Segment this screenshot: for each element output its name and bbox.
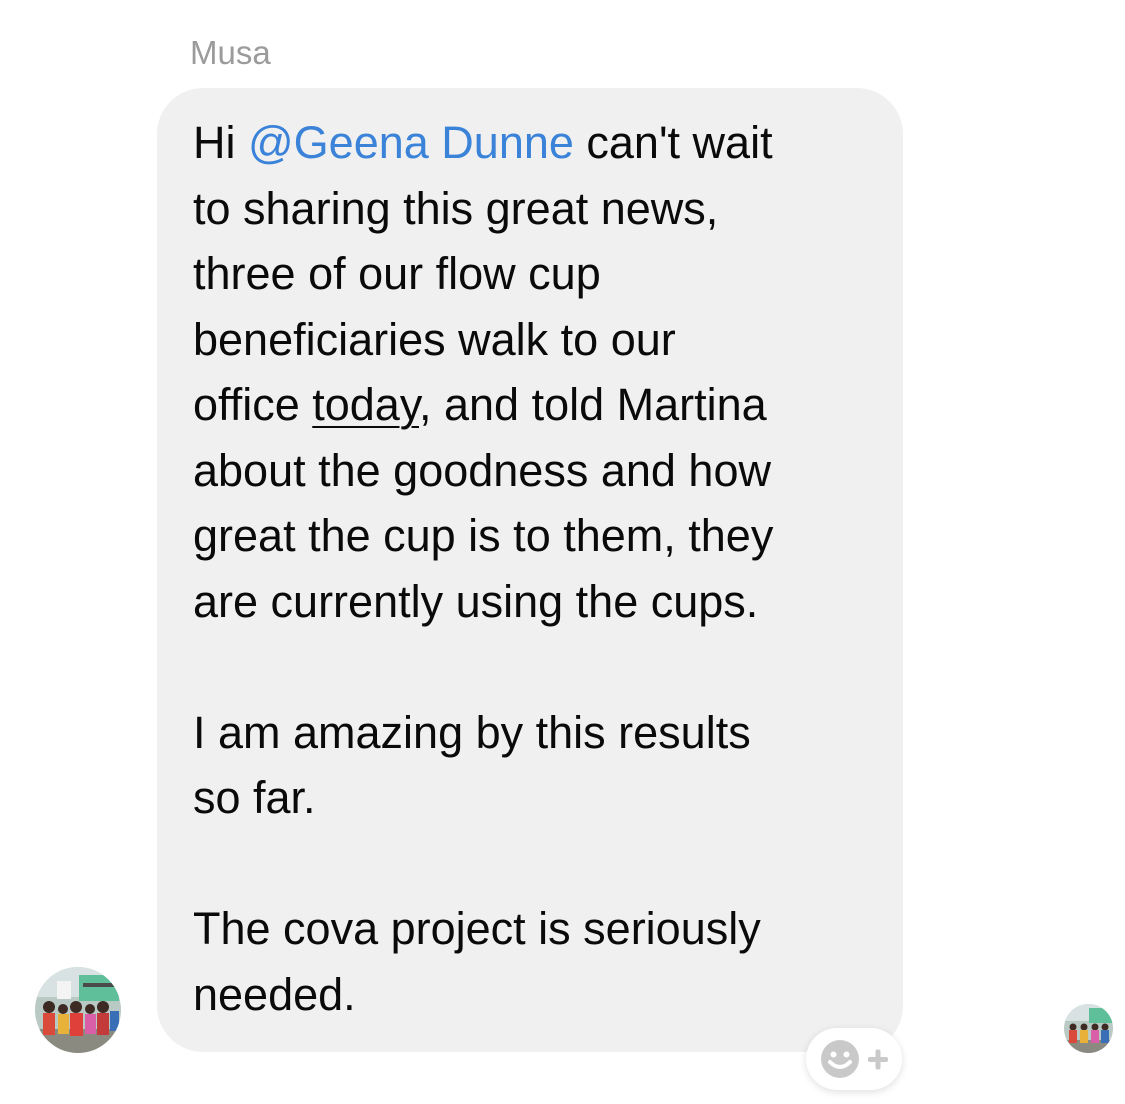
read-receipt-avatar-icon [1064,1004,1113,1053]
message-greeting: Hi [193,117,248,168]
avatar-photo-icon [35,967,121,1053]
sender-avatar[interactable] [35,967,121,1053]
message-paragraph-2: I am amazing by this results so far. [193,706,751,824]
sender-name: Musa [190,34,271,71]
add-reaction-icon [821,1040,888,1078]
mention-link[interactable]: @Geena Dunne [248,117,574,168]
read-receipt-avatar [1064,1004,1113,1053]
add-reaction-button[interactable] [806,1028,902,1090]
date-link[interactable]: today [312,379,419,430]
message-paragraph-3: The cova project is seriously needed. [193,903,761,1020]
message-paragraph-1: Hi @Geena Dunne can't wait to sharing th… [193,110,893,634]
message-text: Hi @Geena Dunne can't wait to sharing th… [193,110,893,1027]
